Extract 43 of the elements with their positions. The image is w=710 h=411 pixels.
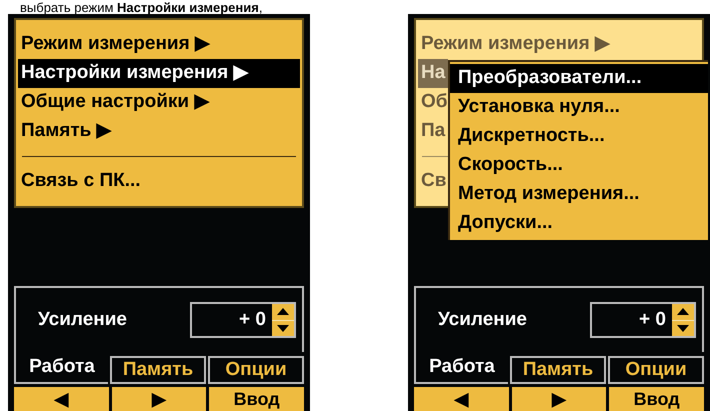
tab[interactable]: Память: [110, 356, 206, 384]
submenu-item[interactable]: Преобразователи...: [450, 64, 708, 93]
soft-key[interactable]: ◀: [414, 387, 509, 411]
submenu-item[interactable]: Дискретность...: [450, 122, 708, 151]
soft-key[interactable]: Ввод: [609, 387, 704, 411]
gain-spinbox[interactable]: + 0: [590, 302, 696, 338]
gain-label: Усиление: [438, 308, 527, 332]
menu-item[interactable]: Память ▶: [18, 117, 300, 146]
down-arrow-button[interactable]: [672, 320, 694, 336]
gain-label: Усиление: [38, 308, 127, 332]
up-triangle-icon: [277, 308, 289, 316]
gain-spinbox[interactable]: + 0: [190, 302, 296, 338]
menu-item[interactable]: Связь с ПК...: [18, 167, 300, 196]
submenu-item[interactable]: Установка нуля...: [450, 93, 708, 122]
soft-key[interactable]: ◀: [14, 387, 109, 411]
menu-item[interactable]: Об: [418, 88, 451, 117]
tab[interactable]: Опции: [208, 356, 304, 384]
submenu-item[interactable]: Допуски...: [450, 209, 708, 238]
menu-item[interactable]: Общие настройки ▶: [18, 88, 300, 117]
menu-item[interactable]: Па: [418, 117, 448, 146]
submenu-item[interactable]: Метод измерения...: [450, 180, 708, 209]
menu-item[interactable]: Режим измерения ▶: [18, 30, 300, 59]
down-triangle-icon: [677, 324, 689, 332]
tab[interactable]: Память: [510, 356, 606, 384]
up-arrow-button[interactable]: [672, 304, 694, 320]
up-triangle-icon: [677, 308, 689, 316]
gain-value: + 0: [638, 308, 667, 332]
menu-item[interactable]: На: [418, 59, 448, 88]
menu-item[interactable]: Настройки измерения ▶: [18, 59, 300, 88]
tab[interactable]: Работа: [414, 352, 508, 384]
menu-item[interactable]: Св: [418, 167, 450, 196]
up-arrow-button[interactable]: [272, 304, 294, 320]
tab[interactable]: Опции: [608, 356, 704, 384]
submenu-item[interactable]: Скорость...: [450, 151, 708, 180]
tab[interactable]: Работа: [14, 352, 108, 384]
soft-key[interactable]: Ввод: [209, 387, 304, 411]
heading-text: выбрать режим Настройки измерения,: [20, 1, 262, 14]
menu-item[interactable]: Режим измерения ▶: [418, 30, 613, 59]
down-triangle-icon: [277, 324, 289, 332]
soft-key[interactable]: ▶: [112, 387, 206, 411]
down-arrow-button[interactable]: [272, 320, 294, 336]
soft-key[interactable]: ▶: [512, 387, 606, 411]
gain-value: + 0: [238, 308, 267, 332]
